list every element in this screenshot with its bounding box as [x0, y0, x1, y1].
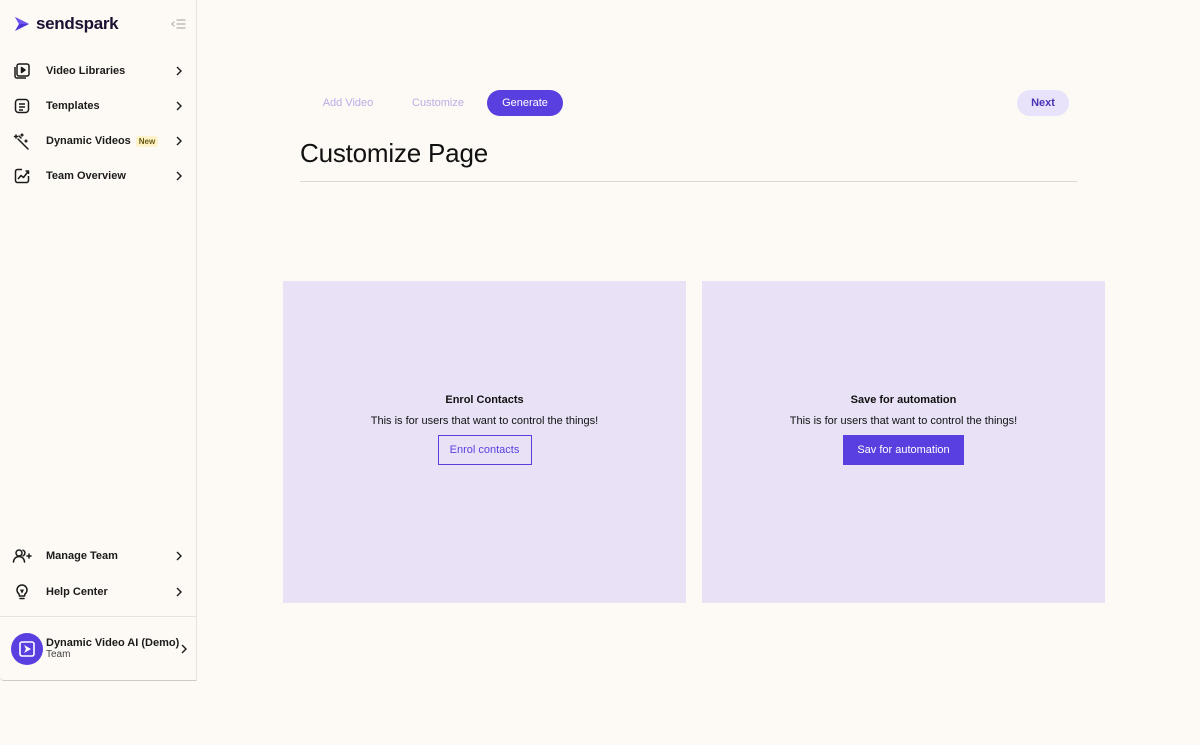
- sidebar-item-label: Dynamic Videos: [46, 135, 131, 147]
- magic-wand-icon: [12, 131, 32, 151]
- account-name: Dynamic Video AI (Demo): [46, 637, 180, 649]
- chevron-right-icon: [174, 169, 184, 183]
- sidebar: sendspark Video Libraries Templates Dyna…: [0, 0, 197, 681]
- collapse-sidebar-icon[interactable]: [170, 16, 186, 32]
- logo[interactable]: sendspark: [14, 12, 186, 36]
- sendspark-logo-icon: [14, 15, 32, 33]
- next-button[interactable]: Next: [1017, 90, 1069, 116]
- templates-icon: [12, 96, 32, 116]
- sidebar-item-dynamic-videos[interactable]: Dynamic Videos New: [12, 129, 188, 153]
- card-title: Enrol Contacts: [445, 393, 524, 406]
- lightbulb-icon: [12, 582, 32, 602]
- account-switcher[interactable]: Dynamic Video AI (Demo) Team: [11, 632, 191, 666]
- account-subtitle: Team: [46, 649, 71, 660]
- sidebar-item-label: Templates: [46, 100, 100, 112]
- save-for-automation-button[interactable]: Sav for automation: [843, 434, 964, 465]
- page-title: Customize Page: [300, 138, 488, 168]
- enrol-contacts-card: Enrol Contacts This is for users that wa…: [283, 281, 686, 603]
- chevron-right-icon: [174, 134, 184, 148]
- logo-text: sendspark: [36, 14, 119, 33]
- step-add-video[interactable]: Add Video: [312, 90, 384, 116]
- sidebar-item-label: Help Center: [46, 586, 108, 598]
- new-badge: New: [135, 135, 159, 147]
- card-description: This is for users that want to control t…: [370, 414, 599, 427]
- account-text: Dynamic Video AI (Demo) Team: [46, 637, 179, 661]
- card-description: This is for users that want to control t…: [789, 414, 1018, 427]
- chevron-right-icon: [174, 64, 184, 78]
- sidebar-item-help-center[interactable]: Help Center: [12, 580, 188, 604]
- save-for-automation-card: Save for automation This is for users th…: [702, 281, 1105, 603]
- avatar: [11, 633, 43, 665]
- title-divider: [300, 181, 1077, 182]
- sidebar-item-templates[interactable]: Templates: [12, 94, 188, 118]
- sidebar-item-label: Video Libraries: [46, 65, 126, 77]
- sidebar-item-label: Team Overview: [46, 170, 126, 182]
- sidebar-item-video-libraries[interactable]: Video Libraries: [12, 59, 188, 83]
- chevron-right-icon: [174, 99, 184, 113]
- step-customize[interactable]: Customize: [402, 90, 474, 116]
- card-title: Save for automation: [850, 393, 957, 406]
- enrol-contacts-button[interactable]: Enrol contacts: [437, 434, 532, 465]
- users-icon: [12, 546, 32, 566]
- step-generate[interactable]: Generate: [487, 90, 563, 116]
- chevron-right-icon: [174, 585, 184, 599]
- sidebar-item-label: Manage Team: [46, 550, 118, 562]
- sidebar-item-team-overview[interactable]: Team Overview: [12, 164, 188, 188]
- chevron-right-icon: [174, 549, 184, 563]
- chevron-right-icon: [179, 642, 189, 656]
- sidebar-item-manage-team[interactable]: Manage Team: [12, 544, 188, 568]
- video-library-icon: [12, 61, 32, 81]
- sidebar-divider: [0, 616, 197, 617]
- chart-line-icon: [12, 166, 32, 186]
